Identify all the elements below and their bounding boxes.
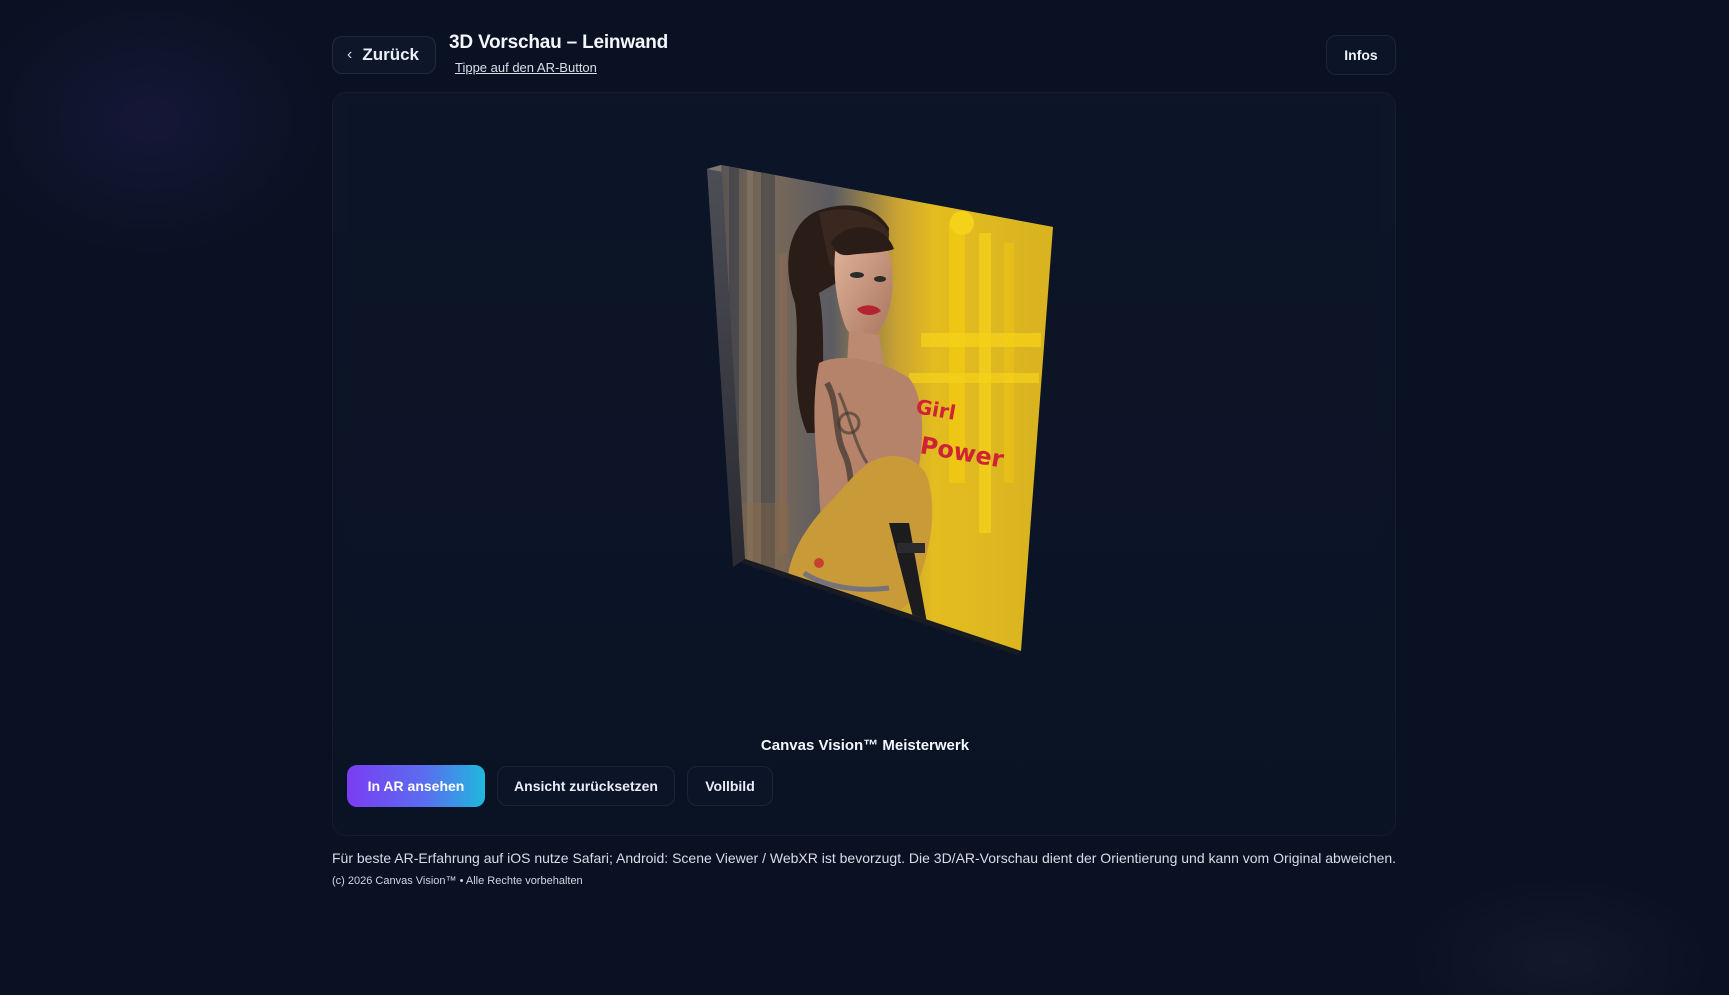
back-button-label: Zurück: [362, 45, 420, 64]
copyright: (c) 2026 Canvas Vision™ • Alle Rechte vo…: [332, 875, 583, 887]
header: ‹ Zurück 3D Vorschau – Leinwand Tippe au…: [332, 0, 1396, 92]
fullscreen-button[interactable]: Vollbild: [687, 766, 773, 806]
ar-info-note: Für beste AR-Erfahrung auf iOS nutze Saf…: [332, 850, 1397, 866]
page-container: ‹ Zurück 3D Vorschau – Leinwand Tippe au…: [332, 0, 1396, 887]
view-in-ar-button[interactable]: In AR ansehen: [347, 765, 485, 807]
reset-view-button[interactable]: Ansicht zurücksetzen: [497, 766, 675, 806]
canvas-3d-model[interactable]: Girl Power: [349, 103, 1379, 713]
ar-hint-link[interactable]: Tippe auf den AR-Button: [455, 60, 597, 75]
artwork-caption: Canvas Vision™ Meisterwerk: [760, 737, 970, 754]
3d-viewer-canvas[interactable]: Girl Power: [349, 103, 1379, 713]
chevron-left-icon: ‹: [347, 46, 353, 63]
back-button[interactable]: ‹ Zurück: [332, 36, 436, 74]
viewer-actions: In AR ansehen Ansicht zurücksetzen Vollb…: [347, 765, 785, 807]
viewer-card: Girl Power Canvas Vision™ Meisterwerk In…: [332, 92, 1396, 836]
info-button[interactable]: Infos: [1326, 35, 1396, 75]
page-title: 3D Vorschau – Leinwand: [449, 32, 669, 53]
